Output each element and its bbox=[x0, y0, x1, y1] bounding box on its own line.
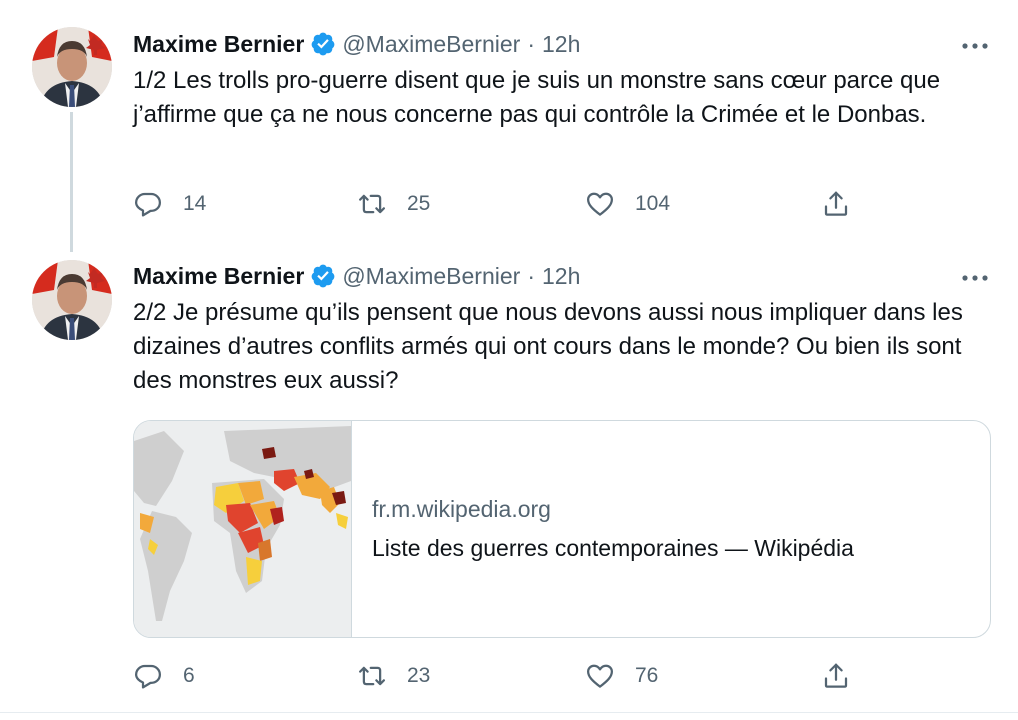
tweet-actions: 14 25 104 bbox=[133, 186, 873, 222]
like-button[interactable]: 76 bbox=[585, 658, 658, 694]
share-icon bbox=[824, 663, 848, 688]
thread-connector-line bbox=[70, 112, 73, 252]
separator-dot: · bbox=[527, 262, 535, 289]
retweet-count: 23 bbox=[407, 664, 431, 687]
retweet-button[interactable]: 23 bbox=[357, 658, 430, 694]
heart-icon bbox=[587, 664, 613, 688]
verified-badge-icon bbox=[311, 264, 335, 288]
card-thumbnail-map bbox=[134, 421, 352, 637]
reply-count: 6 bbox=[183, 664, 195, 687]
retweet-button[interactable]: 25 bbox=[357, 186, 430, 222]
bottom-divider bbox=[0, 712, 1018, 713]
timestamp[interactable]: 12h bbox=[542, 263, 580, 290]
avatar[interactable] bbox=[32, 27, 112, 107]
share-button[interactable] bbox=[821, 186, 851, 222]
tweet-text: 1/2 Les trolls pro-guerre disent que je … bbox=[133, 67, 947, 128]
timestamp[interactable]: 12h bbox=[542, 31, 580, 58]
avatar[interactable] bbox=[32, 260, 112, 340]
heart-icon bbox=[587, 192, 613, 216]
reply-button[interactable]: 14 bbox=[133, 186, 206, 222]
reply-count: 14 bbox=[183, 192, 207, 215]
reply-icon bbox=[135, 664, 161, 689]
retweet-icon bbox=[359, 666, 385, 686]
world-conflict-map-image bbox=[134, 421, 351, 637]
author-name[interactable]: Maxime Bernier bbox=[133, 31, 304, 58]
card-title: Liste des guerres contemporaines — Wikip… bbox=[372, 535, 854, 561]
avatar-photo bbox=[32, 260, 112, 340]
tweet-2[interactable]: Maxime Bernier @MaximeBernier · 12h 2/2 … bbox=[0, 240, 1018, 710]
tweet-header: Maxime Bernier @MaximeBernier · 12h bbox=[133, 28, 580, 60]
retweet-icon bbox=[359, 194, 385, 214]
tweet-actions: 6 23 76 bbox=[133, 658, 873, 694]
tweet-1[interactable]: Maxime Bernier @MaximeBernier · 12h 1/2 … bbox=[0, 0, 1018, 252]
avatar-photo bbox=[32, 27, 112, 107]
author-name[interactable]: Maxime Bernier bbox=[133, 263, 304, 290]
reply-icon bbox=[135, 192, 161, 217]
share-button[interactable] bbox=[821, 658, 851, 694]
more-horizontal-icon[interactable] bbox=[960, 36, 990, 56]
card-domain: fr.m.wikipedia.org bbox=[372, 496, 551, 522]
reply-button[interactable]: 6 bbox=[133, 658, 195, 694]
author-handle[interactable]: @MaximeBernier bbox=[342, 263, 520, 290]
more-horizontal-icon[interactable] bbox=[960, 268, 990, 288]
tweet-header: Maxime Bernier @MaximeBernier · 12h bbox=[133, 260, 580, 292]
retweet-count: 25 bbox=[407, 192, 431, 215]
tweet-text: 2/2 Je présume qu’ils pensent que nous d… bbox=[133, 299, 970, 394]
like-button[interactable]: 104 bbox=[585, 186, 670, 222]
link-preview-card[interactable]: fr.m.wikipedia.org Liste des guerres con… bbox=[133, 420, 991, 638]
share-icon bbox=[824, 191, 848, 216]
like-count: 104 bbox=[635, 192, 671, 215]
like-count: 76 bbox=[635, 664, 659, 687]
verified-badge-icon bbox=[311, 32, 335, 56]
separator-dot: · bbox=[527, 30, 535, 57]
author-handle[interactable]: @MaximeBernier bbox=[342, 31, 520, 58]
